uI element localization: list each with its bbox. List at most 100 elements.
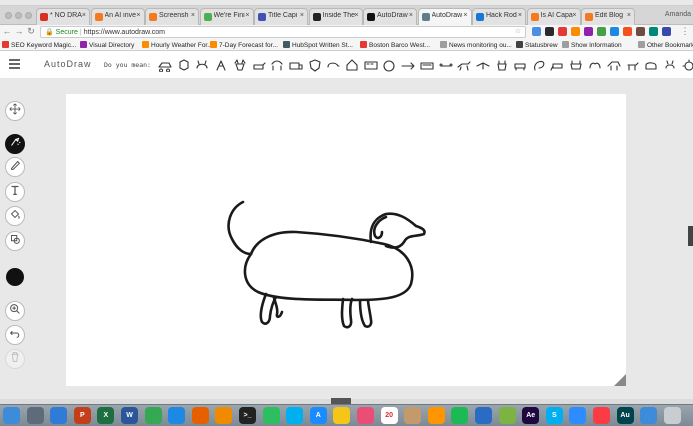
dog-running-icon[interactable] bbox=[456, 58, 472, 72]
ball-icon[interactable] bbox=[381, 58, 397, 72]
dog-2-icon[interactable] bbox=[625, 58, 641, 72]
browser-tab[interactable]: Is AI Capa × bbox=[526, 8, 581, 25]
bookmark-item[interactable]: News monitoring ou... bbox=[440, 41, 512, 49]
extension-5-icon[interactable] bbox=[584, 27, 593, 36]
browser-menu-icon[interactable]: ⋮ bbox=[680, 26, 690, 37]
move-tool[interactable] bbox=[5, 101, 25, 121]
excel-icon[interactable]: X bbox=[97, 407, 115, 424]
horse-2-icon[interactable] bbox=[606, 58, 622, 72]
tab-close-icon[interactable]: × bbox=[300, 12, 304, 19]
bookmark-item[interactable]: Statusbrew bbox=[516, 41, 558, 49]
bookmark-item[interactable]: Show Information bbox=[562, 41, 622, 49]
android-icon[interactable] bbox=[498, 407, 516, 424]
contacts-icon[interactable] bbox=[404, 407, 422, 424]
extension-3-icon[interactable] bbox=[558, 27, 567, 36]
tab-close-icon[interactable]: × bbox=[136, 12, 140, 19]
rug-icon[interactable] bbox=[419, 58, 435, 72]
spotify-icon[interactable] bbox=[451, 407, 469, 424]
network-icon[interactable] bbox=[475, 407, 492, 424]
tab-close-icon[interactable]: × bbox=[245, 12, 249, 19]
extension-9-icon[interactable] bbox=[636, 27, 645, 36]
browser-tab[interactable]: AutoDraw × bbox=[363, 8, 417, 25]
pig-icon[interactable] bbox=[643, 58, 659, 72]
dog-face-icon[interactable] bbox=[176, 58, 192, 72]
lion-icon[interactable] bbox=[681, 58, 693, 72]
browser-tab[interactable]: An AI inve × bbox=[90, 8, 145, 25]
browser-tab[interactable]: AutoDraw × bbox=[417, 8, 472, 25]
zoom-icon[interactable] bbox=[569, 407, 587, 424]
arrow-icon[interactable] bbox=[400, 58, 416, 72]
browser-tab[interactable]: Hack Rod × bbox=[472, 8, 526, 25]
bone-icon[interactable] bbox=[438, 58, 454, 72]
safari-2-icon[interactable] bbox=[168, 407, 186, 424]
bookmark-item[interactable]: Boston Barco West... bbox=[360, 41, 430, 49]
truck-icon[interactable] bbox=[288, 58, 304, 72]
extension-8-icon[interactable] bbox=[623, 27, 632, 36]
app-store-icon[interactable]: A bbox=[309, 407, 327, 424]
bus-icon[interactable] bbox=[363, 58, 379, 72]
cat-2-icon[interactable] bbox=[662, 58, 678, 72]
skype-2-icon[interactable]: S bbox=[545, 407, 563, 424]
safari-icon[interactable] bbox=[50, 407, 68, 424]
bookmark-item[interactable]: HubSpot Written St... bbox=[283, 41, 353, 49]
shield-icon[interactable] bbox=[307, 58, 323, 72]
tab-close-icon[interactable]: × bbox=[463, 12, 467, 19]
house-icon[interactable] bbox=[344, 58, 360, 72]
dog-icon[interactable] bbox=[251, 58, 267, 72]
extension-4-icon[interactable] bbox=[571, 27, 580, 36]
terminal-icon[interactable]: >_ bbox=[239, 407, 256, 424]
elephant-icon[interactable] bbox=[550, 58, 566, 72]
vertical-scroll-handle[interactable] bbox=[688, 226, 693, 246]
star-icon[interactable]: ☆ bbox=[515, 27, 521, 35]
deer-icon[interactable] bbox=[494, 58, 510, 72]
extension-6-icon[interactable] bbox=[597, 27, 606, 36]
reload-icon[interactable]: ↻ bbox=[26, 26, 36, 37]
evernote-icon[interactable] bbox=[262, 407, 280, 424]
type-tool[interactable] bbox=[5, 182, 25, 202]
vlc-icon[interactable] bbox=[215, 407, 233, 424]
bookmark-item[interactable]: Hourly Weather For... bbox=[142, 41, 213, 49]
tab-close-icon[interactable]: × bbox=[518, 12, 522, 19]
moose-2-icon[interactable] bbox=[568, 58, 584, 72]
autodraw-tool[interactable] bbox=[5, 134, 25, 154]
powerpoint-icon[interactable]: P bbox=[73, 407, 91, 424]
canvas-resize-handle[interactable] bbox=[614, 374, 626, 386]
cow-icon[interactable] bbox=[512, 58, 528, 72]
window-zoom-button[interactable] bbox=[25, 12, 32, 19]
skype-icon[interactable] bbox=[286, 407, 304, 424]
profile-name[interactable]: Amanda bbox=[665, 11, 691, 18]
drawing-canvas[interactable] bbox=[66, 94, 626, 386]
cat-icon[interactable] bbox=[194, 58, 210, 72]
browser-tab[interactable]: Inside The × bbox=[308, 8, 363, 25]
tab-close-icon[interactable]: × bbox=[572, 12, 576, 19]
trash-icon[interactable] bbox=[663, 407, 681, 424]
music-icon[interactable] bbox=[593, 407, 610, 424]
shape-tool[interactable] bbox=[5, 231, 25, 251]
firefox-icon[interactable] bbox=[191, 407, 209, 424]
hamburger-menu-icon[interactable] bbox=[9, 59, 20, 69]
mouse-icon[interactable] bbox=[325, 58, 341, 72]
browser-tab[interactable]: Title Capi × bbox=[254, 8, 308, 25]
finder-2-icon[interactable] bbox=[640, 407, 658, 424]
photos-icon[interactable] bbox=[333, 407, 351, 424]
browser-tab[interactable]: * NO DRA × bbox=[36, 8, 90, 25]
tab-close-icon[interactable]: × bbox=[627, 12, 631, 19]
back-arrow-icon[interactable]: ← bbox=[2, 26, 12, 36]
calendar-icon[interactable]: 20 bbox=[380, 407, 398, 424]
window-close-button[interactable] bbox=[5, 12, 12, 19]
chrome-icon[interactable] bbox=[144, 407, 162, 424]
extension-10-icon[interactable] bbox=[649, 27, 658, 36]
extension-7-icon[interactable] bbox=[610, 27, 619, 36]
squirrel-icon[interactable] bbox=[531, 58, 547, 72]
moose-icon[interactable] bbox=[232, 58, 248, 72]
tab-close-icon[interactable]: × bbox=[82, 12, 86, 19]
bookmark-item[interactable]: SEO Keyword Magic... bbox=[2, 41, 76, 49]
finder-icon[interactable] bbox=[3, 407, 20, 424]
bookmark-item[interactable]: Visual Directory bbox=[80, 41, 134, 49]
bird-flying-icon[interactable] bbox=[475, 58, 491, 72]
draw-tool[interactable] bbox=[5, 157, 25, 177]
extension-2-icon[interactable] bbox=[545, 27, 554, 36]
color-picker-swatch[interactable] bbox=[6, 268, 24, 286]
zoom-tool[interactable] bbox=[5, 301, 25, 321]
forward-arrow-icon[interactable]: → bbox=[14, 26, 24, 36]
